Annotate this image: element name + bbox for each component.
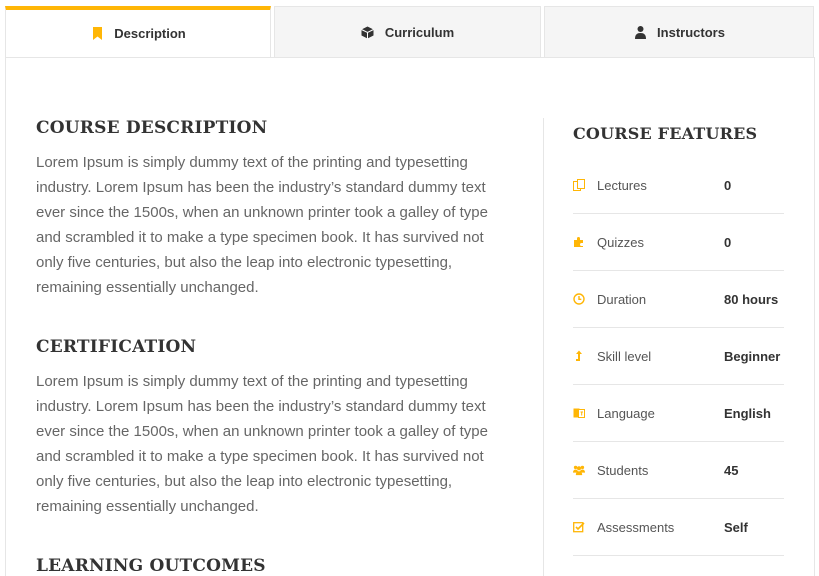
- feature-language: Language English: [573, 385, 784, 442]
- course-description-content: COURSE DESCRIPTION Lorem Ipsum is simply…: [36, 118, 506, 576]
- feature-label: Skill level: [597, 348, 652, 364]
- tab-curriculum[interactable]: Curriculum: [274, 6, 541, 58]
- certification-heading: CERTIFICATION: [36, 337, 197, 357]
- course-features: COURSE FEATURES Lectures 0 Quizzes 0 Dur…: [573, 118, 784, 556]
- feature-skill-level: Skill level Beginner: [573, 328, 784, 385]
- feature-quizzes: Quizzes 0: [573, 214, 784, 271]
- certification-text: Lorem Ipsum is simply dummy text of the …: [36, 373, 488, 515]
- clock-icon: [573, 293, 585, 305]
- files-icon: [573, 179, 585, 191]
- course-description-heading: COURSE DESCRIPTION: [36, 118, 268, 138]
- feature-assessments: Assessments Self: [573, 499, 784, 556]
- cube-icon: [361, 25, 375, 39]
- feature-label: Duration: [597, 291, 647, 307]
- feature-value: 0: [724, 234, 732, 250]
- feature-value: Beginner: [724, 348, 781, 364]
- feature-label: Lectures: [597, 177, 647, 193]
- tab-curriculum-label: Curriculum: [384, 24, 455, 40]
- tab-instructors[interactable]: Instructors: [544, 6, 814, 58]
- feature-label: Language: [597, 405, 655, 421]
- feature-label: Quizzes: [597, 234, 644, 250]
- course-tabs: Description Curriculum Instructors: [5, 6, 815, 58]
- users-icon: [573, 464, 585, 476]
- course-description-text: Lorem Ipsum is simply dummy text of the …: [36, 154, 488, 296]
- tab-description[interactable]: Description: [5, 6, 271, 58]
- language-icon: [573, 407, 585, 419]
- feature-lectures: Lectures 0: [573, 157, 784, 214]
- user-icon: [633, 25, 647, 39]
- features-list: Lectures 0 Quizzes 0 Duration 80 hours S…: [573, 157, 784, 556]
- feature-value: Self: [724, 519, 748, 535]
- column-divider: [543, 118, 544, 576]
- level-up-icon: [573, 350, 585, 362]
- check-square-icon: [573, 521, 585, 533]
- tab-description-label: Description: [114, 26, 186, 41]
- puzzle-icon: [573, 236, 585, 248]
- feature-value: English: [724, 405, 771, 421]
- feature-value: 45: [724, 462, 739, 478]
- feature-label: Assessments: [597, 519, 675, 535]
- feature-value: 0: [724, 177, 732, 193]
- feature-label: Students: [597, 462, 649, 478]
- feature-duration: Duration 80 hours: [573, 271, 784, 328]
- tab-instructors-label: Instructors: [657, 24, 725, 40]
- feature-students: Students 45: [573, 442, 784, 499]
- learning-outcomes-heading: LEARNING OUTCOMES: [36, 556, 266, 576]
- course-features-heading: COURSE FEATURES: [573, 124, 758, 143]
- bookmark-icon: [90, 27, 104, 41]
- feature-value: 80 hours: [724, 291, 779, 307]
